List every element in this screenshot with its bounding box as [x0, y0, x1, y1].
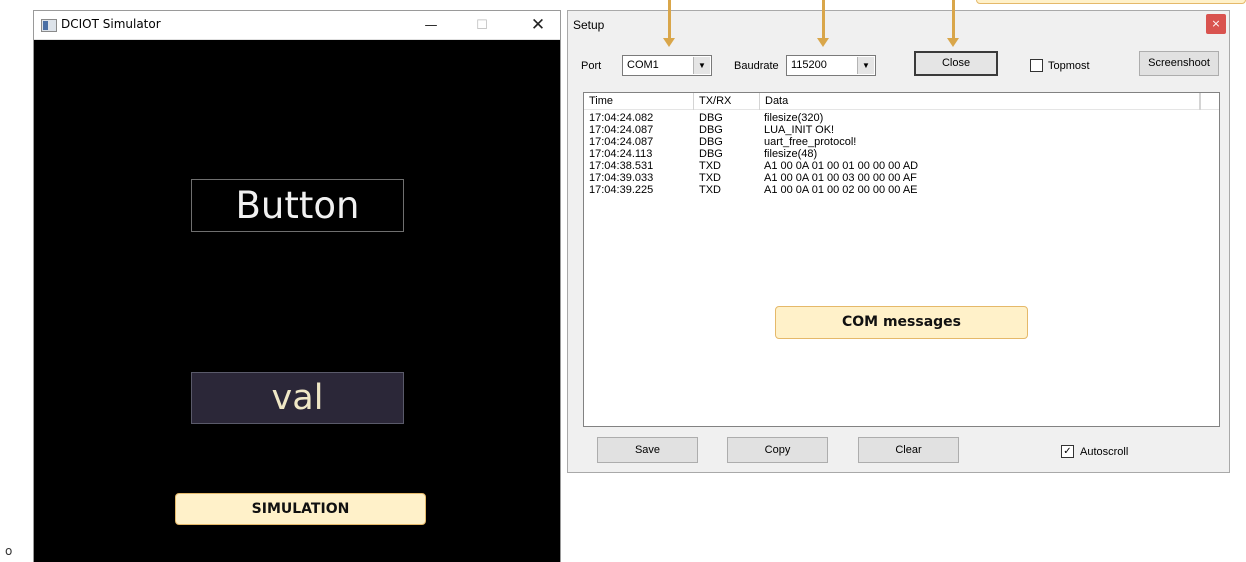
row-time: 17:04:38.531 [589, 160, 654, 172]
arrow-head-icon [947, 38, 959, 47]
port-select[interactable]: COM1 ▼ [622, 55, 712, 76]
row-txrx: TXD [699, 172, 721, 184]
column-header-extra [1200, 93, 1219, 110]
list-header: Time TX/RX Data [584, 93, 1219, 110]
setup-title: Setup [573, 18, 605, 32]
app-icon [41, 19, 57, 32]
row-data: uart_free_protocol! [764, 136, 857, 148]
chevron-down-icon[interactable]: ▼ [693, 57, 710, 74]
simulator-window: DCIOT Simulator — ☐ ✕ Button val [33, 10, 561, 562]
baudrate-label: Baudrate [734, 60, 779, 72]
topmost-checkbox[interactable] [1030, 59, 1043, 72]
arrow-head-icon [817, 38, 829, 47]
row-txrx: DBG [699, 136, 723, 148]
row-time: 17:04:24.087 [589, 124, 654, 136]
simulator-title: DCIOT Simulator [61, 17, 161, 31]
autoscroll-checkbox[interactable]: ✓ [1061, 445, 1074, 458]
setup-window: Setup × Port COM1 ▼ Baudrate 115200 ▼ Cl… [567, 10, 1230, 473]
column-header-data[interactable]: Data [760, 93, 1200, 110]
annotation-arrow-baudrate [822, 0, 825, 38]
port-label: Port [581, 60, 602, 72]
row-time: 17:04:39.225 [589, 184, 654, 196]
row-time: 17:04:39.033 [589, 172, 654, 184]
row-time: 17:04:24.113 [589, 148, 653, 160]
stray-character: o [5, 544, 13, 558]
annotation-arrow-port [668, 0, 671, 38]
column-header-time[interactable]: Time [584, 93, 694, 110]
row-txrx: DBG [699, 112, 723, 124]
maximize-icon[interactable]: ☐ [459, 11, 505, 40]
row-data: LUA_INIT OK! [764, 124, 835, 136]
save-button[interactable]: Save [597, 437, 698, 463]
screenshoot-button[interactable]: Screenshoot [1139, 51, 1219, 76]
baudrate-select[interactable]: 115200 ▼ [786, 55, 876, 76]
row-data: A1 00 0A 01 00 02 00 00 00 AE [764, 184, 918, 196]
annotation-arrow-close [952, 0, 955, 38]
row-txrx: TXD [699, 184, 721, 196]
row-data: filesize(48) [764, 148, 818, 160]
row-data: A1 00 0A 01 00 01 00 00 00 AD [764, 160, 919, 172]
simulated-value-display: val [191, 372, 404, 424]
topmost-label: Topmost [1048, 60, 1090, 72]
row-data: filesize(320) [764, 112, 824, 124]
simulator-titlebar[interactable]: DCIOT Simulator — ☐ ✕ [34, 11, 560, 40]
baudrate-value: 115200 [791, 59, 827, 71]
minimize-icon[interactable]: — [408, 11, 454, 40]
port-value: COM1 [627, 59, 659, 71]
row-time: 17:04:24.087 [589, 136, 654, 148]
row-time: 17:04:24.082 [589, 112, 654, 124]
copy-button[interactable]: Copy [727, 437, 828, 463]
simulated-button[interactable]: Button [191, 179, 404, 232]
setup-close-icon[interactable]: × [1206, 14, 1226, 34]
row-txrx: TXD [699, 160, 721, 172]
close-icon[interactable]: ✕ [515, 11, 561, 40]
clear-button[interactable]: Clear [858, 437, 959, 463]
chevron-down-icon[interactable]: ▼ [857, 57, 874, 74]
com-message-list[interactable]: Time TX/RX Data 17:04:24.082 DBG filesize(… [583, 92, 1220, 427]
autoscroll-label: Autoscroll [1080, 446, 1129, 458]
column-header-txrx[interactable]: TX/RX [694, 93, 760, 110]
row-txrx: DBG [699, 148, 723, 160]
arrow-head-icon [663, 38, 675, 47]
simulation-caption: SIMULATION [175, 493, 426, 525]
top-callout-box [976, 0, 1246, 4]
row-txrx: DBG [699, 124, 723, 136]
row-data: A1 00 0A 01 00 03 00 00 00 AF [764, 172, 917, 184]
com-messages-caption: COM messages [775, 306, 1028, 339]
close-port-button[interactable]: Close [914, 51, 998, 76]
